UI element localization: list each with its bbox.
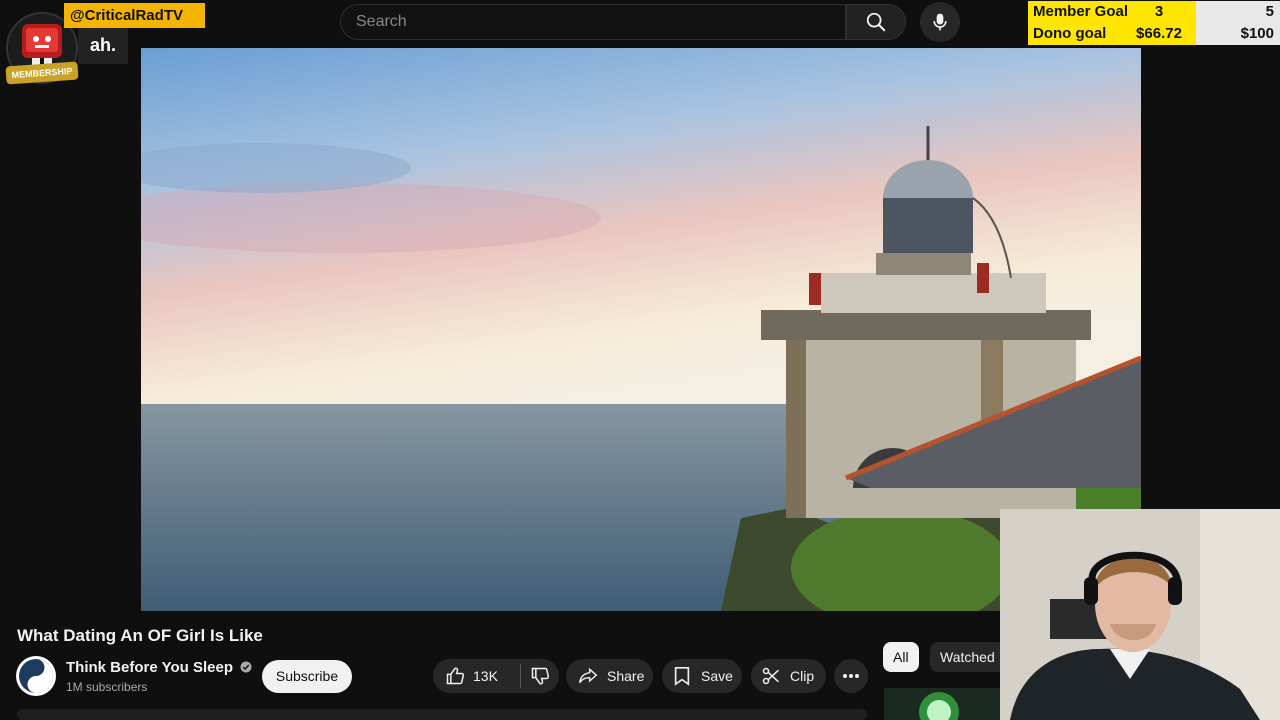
- voice-search-button[interactable]: [920, 2, 960, 42]
- share-label: Share: [607, 668, 645, 684]
- search-input[interactable]: Search: [340, 4, 846, 40]
- dono-goal: Dono goal $66.72 $100: [1028, 23, 1280, 45]
- share-icon: [578, 667, 598, 684]
- verified-icon: [240, 661, 252, 673]
- member-goal: Member Goal 3 5: [1028, 1, 1280, 23]
- search-icon: [866, 12, 886, 32]
- video-player[interactable]: [141, 48, 1141, 611]
- search-button[interactable]: [846, 4, 906, 40]
- more-actions-button[interactable]: [834, 659, 868, 693]
- description-box[interactable]: [17, 709, 867, 720]
- streamer-handle: @CriticalRadTV: [64, 3, 205, 28]
- member-goal-current: 3: [1154, 3, 1164, 20]
- save-button[interactable]: Save: [662, 659, 742, 693]
- mic-icon: [933, 13, 947, 31]
- streamer-webcam: [1000, 509, 1280, 720]
- subscribe-button[interactable]: Subscribe: [262, 660, 352, 693]
- chat-message: ah.: [78, 28, 129, 64]
- video-title: What Dating An OF Girl Is Like: [17, 626, 263, 645]
- share-button[interactable]: Share: [566, 659, 653, 693]
- chip-watched[interactable]: Watched: [930, 642, 1005, 672]
- member-goal-target: 5: [1196, 1, 1280, 23]
- subscriber-count: 1M subscribers: [66, 680, 148, 694]
- channel-name[interactable]: Think Before You Sleep: [66, 659, 252, 676]
- channel-name-text: Think Before You Sleep: [66, 659, 233, 676]
- bookmark-icon: [674, 667, 690, 686]
- like-count: 13K: [473, 668, 498, 684]
- thumbs-down-icon: [531, 667, 549, 685]
- like-dislike-group: 13K: [433, 659, 559, 693]
- channel-avatar[interactable]: [16, 656, 56, 696]
- more-horizontal-icon: [843, 674, 859, 678]
- clip-label: Clip: [790, 668, 815, 684]
- chip-all[interactable]: All: [883, 642, 919, 672]
- recommended-thumbnail[interactable]: [884, 688, 1000, 720]
- dono-goal-target: $100: [1196, 23, 1280, 45]
- like-button[interactable]: 13K: [433, 666, 520, 686]
- membership-badge: MEMBERSHIP: [5, 61, 79, 85]
- dono-goal-current: $66.72: [1136, 25, 1182, 42]
- save-label: Save: [701, 668, 733, 684]
- thumbs-up-icon: [446, 667, 465, 685]
- clip-button[interactable]: Clip: [751, 659, 826, 693]
- dislike-button[interactable]: [521, 666, 559, 686]
- scissors-icon: [762, 667, 780, 685]
